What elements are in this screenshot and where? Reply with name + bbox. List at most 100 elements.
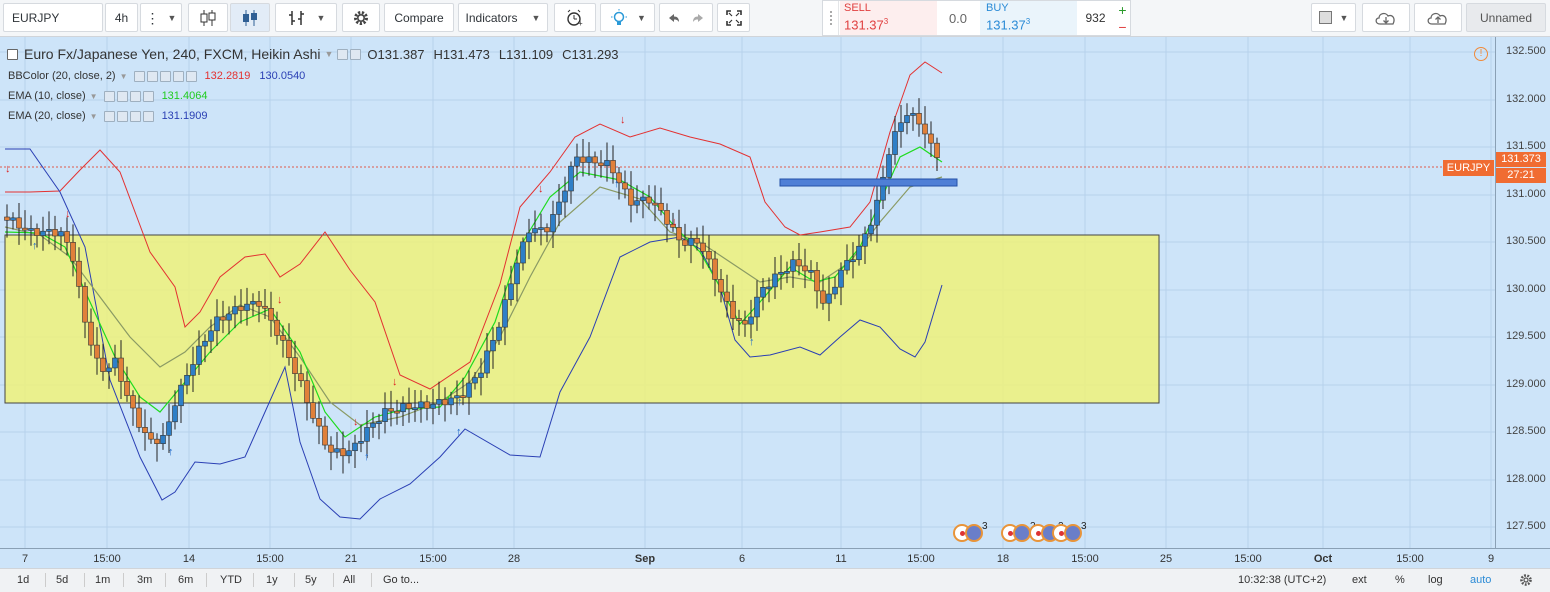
range-5y[interactable]: 5y: [305, 574, 317, 586]
candle-body: [676, 227, 682, 241]
close-icon[interactable]: [142, 90, 154, 102]
candle-body: [208, 330, 214, 342]
chevron-down-icon[interactable]: ▼: [90, 112, 98, 121]
sell-signal-arrow: ↓: [277, 294, 283, 306]
candle-body: [196, 345, 202, 365]
candles-style-button[interactable]: [230, 3, 270, 32]
undo-icon[interactable]: [665, 11, 681, 25]
plus-icon[interactable]: [129, 90, 141, 102]
range-5d[interactable]: 5d: [56, 574, 68, 586]
goto-button[interactable]: Go to...: [383, 574, 419, 586]
top-toolbar: EURJPY 4h ⋮ ▼ ▼ Compare Indicators ▼ + ▼…: [0, 0, 1550, 37]
symbol-search-input[interactable]: EURJPY: [3, 3, 103, 32]
chevron-down-icon[interactable]: ▼: [325, 49, 334, 59]
price-axis[interactable]: 132.500 132.000 131.500 131.000 130.500 130.0…: [1495, 37, 1550, 548]
candle-body: [748, 316, 754, 325]
chart-plot-area[interactable]: ↓ ↓ ↓ ↓ ↓ ↓ ↓ ↓ ↑ ↑ ↑ ↑ ↑ ↑ ↑ Euro Fx/Japanese Yen, 24…: [0, 37, 1495, 548]
eye-icon[interactable]: [337, 48, 349, 60]
range-ytd[interactable]: YTD: [220, 574, 242, 586]
close-icon[interactable]: [185, 70, 197, 82]
quantity-plus-button[interactable]: +: [1114, 1, 1131, 18]
collapse-legend-icon[interactable]: [7, 48, 18, 60]
redo-icon[interactable]: [691, 11, 707, 25]
price-tick: 130.500: [1506, 235, 1546, 247]
candle-body: [310, 402, 316, 419]
quantity-minus-button[interactable]: −: [1114, 18, 1131, 35]
candles-icon: [243, 9, 257, 26]
sell-button[interactable]: SELL 131.373: [840, 1, 937, 35]
time-tick: 18: [996, 553, 1010, 565]
legend-title: Euro Fx/Japanese Yen, 240, FXCM, Heikin …: [24, 46, 321, 62]
candle-body: [136, 407, 142, 428]
time-axis[interactable]: 7 15:00 14 15:00 21 15:00 28 Sep 6 11 15:00 18 15:00…: [0, 548, 1550, 568]
load-layout-button[interactable]: [1362, 3, 1410, 32]
compare-button[interactable]: Compare: [384, 3, 454, 32]
event-marker[interactable]: 3: [953, 521, 989, 544]
range-all[interactable]: All: [343, 574, 355, 586]
candle-body: [928, 133, 934, 144]
chart-type-button[interactable]: ▼: [275, 3, 337, 32]
ideas-button[interactable]: ▼: [600, 3, 655, 32]
plus-icon[interactable]: [172, 70, 184, 82]
settings-button[interactable]: [342, 3, 380, 32]
legend-close: C131.293: [562, 46, 619, 62]
eye-icon[interactable]: [103, 110, 115, 122]
candle-body: [724, 291, 730, 302]
candle-body: [16, 217, 22, 229]
gear-icon[interactable]: [146, 70, 158, 82]
layout-name: Unnamed: [1479, 10, 1533, 25]
candle-body: [502, 299, 508, 328]
bars-style-button[interactable]: [188, 3, 228, 32]
ext-toggle[interactable]: ext: [1352, 574, 1367, 586]
chevron-down-icon[interactable]: ▼: [120, 72, 128, 81]
event-marker[interactable]: 3: [1052, 521, 1088, 544]
alert-button[interactable]: +: [554, 3, 596, 32]
buy-button[interactable]: BUY 131.373: [980, 1, 1077, 35]
separator: [165, 573, 166, 587]
range-1y[interactable]: 1y: [266, 574, 278, 586]
close-icon[interactable]: [142, 110, 154, 122]
gear-icon[interactable]: [116, 110, 128, 122]
percent-toggle[interactable]: %: [1395, 574, 1405, 586]
indicators-button[interactable]: Indicators ▼: [458, 3, 548, 32]
gear-icon[interactable]: [350, 48, 362, 60]
gear-icon[interactable]: [116, 90, 128, 102]
eye-icon[interactable]: [133, 70, 145, 82]
trade-drag-handle[interactable]: [823, 1, 839, 35]
settings-gear-icon[interactable]: [1519, 573, 1533, 587]
legend-open: O131.387: [367, 46, 425, 62]
quantity-field[interactable]: 932: [1077, 1, 1114, 35]
candle-body: [232, 306, 238, 315]
candle-body: [826, 293, 832, 304]
eye-icon[interactable]: [103, 90, 115, 102]
sell-signal-arrow: ↓: [672, 216, 678, 228]
range-1d[interactable]: 1d: [17, 574, 29, 586]
color-picker-button[interactable]: ▼: [1311, 3, 1356, 32]
save-layout-button[interactable]: [1414, 3, 1462, 32]
candle-body: [10, 217, 16, 221]
range-6m[interactable]: 6m: [178, 574, 193, 586]
candle-body: [124, 381, 130, 396]
plus-icon[interactable]: [129, 110, 141, 122]
interval-select[interactable]: 4h: [105, 3, 138, 32]
auto-scale-toggle[interactable]: auto: [1470, 574, 1491, 586]
support-resistance-zone[interactable]: [4, 234, 1160, 404]
candle-body: [298, 373, 304, 382]
candle-body: [574, 156, 580, 167]
resistance-rectangle[interactable]: [779, 178, 958, 187]
clock-display[interactable]: 10:32:38 (UTC+2): [1238, 574, 1326, 586]
candle-body: [772, 273, 778, 288]
chevron-down-icon[interactable]: ▼: [90, 92, 98, 101]
candle-body: [580, 156, 586, 163]
candle-body: [508, 283, 514, 300]
log-toggle[interactable]: log: [1428, 574, 1443, 586]
chevron-down-icon: ▼: [167, 12, 177, 23]
indicators-label: Indicators: [465, 10, 518, 25]
fullscreen-button[interactable]: [717, 3, 750, 32]
range-3m[interactable]: 3m: [137, 574, 152, 586]
layout-name-button[interactable]: Unnamed: [1466, 3, 1546, 32]
range-1m[interactable]: 1m: [95, 574, 110, 586]
interval-menu-button[interactable]: ⋮ ▼: [140, 3, 182, 32]
source-icon[interactable]: [159, 70, 171, 82]
info-icon[interactable]: !: [1474, 47, 1488, 61]
